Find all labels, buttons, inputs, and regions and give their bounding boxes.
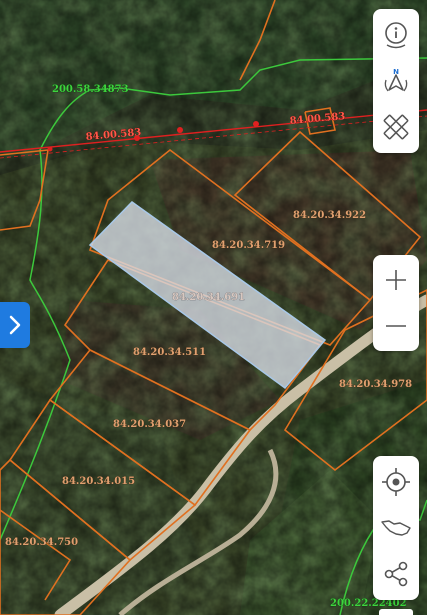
compass-icon: N [384, 68, 408, 92]
parcel-label-015[interactable]: 84.20.34.015 [62, 476, 136, 488]
location-tools-panel [373, 456, 419, 600]
info-button[interactable] [373, 12, 419, 58]
parcel-label-511[interactable]: 84.20.34.511 [133, 347, 207, 359]
parcel-label-750[interactable]: 84.20.34.750 [5, 537, 79, 549]
parcel-label-978[interactable]: 84.20.34.978 [339, 379, 413, 391]
zoom-controls [373, 255, 419, 351]
info-icon [385, 22, 407, 49]
share-icon [384, 561, 408, 587]
zoom-out-icon [386, 325, 406, 327]
parcel-label-691[interactable]: 84.20.34.691 [172, 292, 246, 304]
locate-me-button[interactable] [373, 459, 419, 505]
zoom-in-button[interactable] [373, 257, 419, 303]
compass-button[interactable]: N [373, 58, 419, 104]
locate-me-icon [382, 468, 410, 496]
map-tools-panel: N [373, 9, 419, 153]
country-map-icon [381, 520, 411, 536]
bottom-sheet-handle[interactable] [379, 609, 413, 615]
measure-button[interactable] [373, 104, 419, 150]
map-canvas[interactable]: 200.58.34873 84.00.583 84.00.583 84.20.3… [0, 0, 427, 615]
side-panel-toggle-button[interactable] [0, 302, 30, 348]
parcel-label-719[interactable]: 84.20.34.719 [212, 240, 286, 252]
parcel-label-037[interactable]: 84.20.34.037 [113, 419, 187, 431]
country-view-button[interactable] [373, 505, 419, 551]
green-label-top: 200.58.34873 [52, 84, 129, 95]
share-button[interactable] [373, 551, 419, 597]
chevron-right-icon [9, 315, 21, 335]
measure-ruler-icon [383, 114, 409, 140]
zoom-out-button[interactable] [373, 303, 419, 349]
parcel-label-922[interactable]: 84.20.34.922 [293, 210, 367, 222]
zoom-in-icon [386, 270, 406, 290]
